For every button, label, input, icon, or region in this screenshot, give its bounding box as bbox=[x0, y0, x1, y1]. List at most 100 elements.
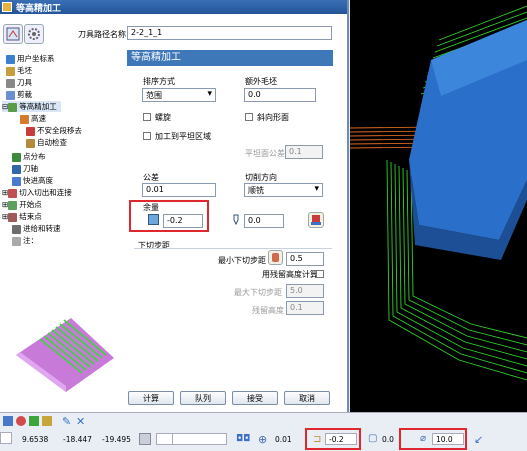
feeds-icon bbox=[12, 224, 21, 234]
toolpath-icon bbox=[6, 27, 20, 41]
app-icon bbox=[2, 2, 12, 12]
tree-item-rapid[interactable]: 快进高度 bbox=[12, 175, 53, 186]
coord-x: 9.6538 bbox=[22, 435, 49, 444]
ucs-icon bbox=[6, 54, 15, 64]
tree-item-high-speed[interactable]: 高速 bbox=[20, 113, 46, 124]
status-diameter[interactable]: 10.0 bbox=[432, 433, 464, 445]
tolerance-input[interactable]: 0.01 bbox=[142, 183, 216, 197]
extra-stock-input[interactable]: 0.0 bbox=[244, 88, 316, 102]
strategy-tree: 用户坐标系 毛坯 刀具 剪裁 ⊟ 等高精加工 高速 不安全段移去 自动检查 点分布… bbox=[2, 50, 124, 270]
verify-icon bbox=[26, 138, 35, 148]
sort-select[interactable]: 范围 bbox=[142, 88, 216, 102]
status-bar: ✎ ✕ 9.6538 -18.447 -19.495 ◘◘ ⊕ 0.01 ⊐ -… bbox=[0, 412, 527, 451]
new-toolpath-button[interactable] bbox=[3, 24, 23, 44]
high-speed-icon bbox=[20, 114, 29, 124]
block-icon bbox=[6, 66, 15, 76]
queue-button[interactable]: 队列 bbox=[180, 391, 226, 405]
block-status-icon[interactable] bbox=[29, 416, 39, 426]
stock-options-button[interactable] bbox=[308, 212, 324, 228]
constant-z-icon bbox=[8, 102, 18, 112]
tree-item-constant-z[interactable]: ⊟ 等高精加工 bbox=[2, 101, 61, 112]
tree-item-feeds[interactable]: 进给和转速 bbox=[12, 223, 61, 234]
coord-y: -18.447 bbox=[63, 435, 92, 444]
cusp-label: 残留高度 bbox=[252, 306, 284, 315]
levels-icon[interactable]: ◘◘ bbox=[236, 434, 250, 444]
tree-item-ucs[interactable]: 用户坐标系 bbox=[6, 53, 55, 64]
path-status-icon[interactable] bbox=[42, 416, 52, 426]
cut-direction-label: 切削方向 bbox=[245, 173, 277, 182]
residual-checkbox[interactable] bbox=[316, 270, 324, 278]
status-field-blank bbox=[0, 432, 12, 444]
radial-thickness-icon: ⊐ bbox=[313, 434, 322, 445]
toolpath-name-label: 刀具路径名称 bbox=[78, 30, 126, 39]
diameter-icon: ⌀ bbox=[420, 433, 427, 444]
coord-z: -19.495 bbox=[102, 435, 131, 444]
arrow-icon[interactable]: ↙ bbox=[474, 433, 483, 446]
tolerance-icon: ⊕ bbox=[258, 433, 268, 446]
axis-icon bbox=[12, 164, 21, 174]
leads-icon bbox=[8, 188, 18, 198]
workplane-icon[interactable] bbox=[139, 433, 151, 445]
tree-item-start-point[interactable]: ⊞ 开始点 bbox=[2, 199, 42, 210]
status-tolerance: 0.01 bbox=[275, 435, 292, 444]
pen-icon[interactable]: ✎ bbox=[62, 415, 71, 428]
max-stepdown-input[interactable]: 5.0 bbox=[286, 284, 324, 298]
settings-button[interactable] bbox=[24, 24, 44, 44]
cut-direction-select[interactable]: 顺铣 bbox=[244, 183, 323, 197]
slope-checkbox[interactable] bbox=[245, 113, 253, 121]
spiral-label: 螺旋 bbox=[155, 113, 171, 122]
cross-tool-icon[interactable]: ✕ bbox=[76, 415, 85, 428]
tool-icon bbox=[6, 78, 15, 88]
tree-item-limits[interactable]: 剪裁 bbox=[6, 89, 32, 100]
flat-area-checkbox[interactable] bbox=[143, 132, 151, 140]
calculate-button[interactable]: 计算 bbox=[128, 391, 174, 405]
axial-stock-input[interactable]: 0.0 bbox=[244, 214, 284, 228]
spiral-checkbox[interactable] bbox=[143, 113, 151, 121]
accept-button[interactable]: 接受 bbox=[232, 391, 278, 405]
tree-item-point-dist[interactable]: 点分布 bbox=[12, 151, 46, 162]
flat-area-label: 加工到平坦区域 bbox=[155, 132, 211, 141]
flat-tol-input[interactable]: 0.1 bbox=[285, 145, 323, 159]
status-field-2[interactable] bbox=[172, 433, 227, 445]
rapid-icon bbox=[12, 176, 21, 186]
residual-label: 用残留高度计算 bbox=[262, 270, 318, 279]
unsafe-icon bbox=[26, 126, 35, 136]
stock-label: 余量 bbox=[143, 203, 159, 212]
tree-item-unsafe-removal[interactable]: 不安全段移去 bbox=[26, 125, 82, 136]
tree-item-tool[interactable]: 刀具 bbox=[6, 77, 32, 88]
flat-tol-label: 平坦面公差 bbox=[245, 149, 285, 158]
dialog-title: 等高精加工 bbox=[16, 4, 62, 14]
start-icon bbox=[8, 200, 18, 210]
strategy-preview-image bbox=[16, 318, 114, 392]
stepdown-calc-button[interactable] bbox=[268, 250, 283, 265]
dialog-titlebar[interactable]: 等高精加工 bbox=[0, 0, 347, 14]
min-stepdown-input[interactable]: 0.5 bbox=[286, 252, 324, 266]
slope-label: 斜向形面 bbox=[257, 113, 289, 122]
stock-options-icon bbox=[311, 215, 321, 225]
status-radial-stock[interactable]: -0.2 bbox=[325, 433, 357, 445]
select-icon[interactable] bbox=[3, 416, 13, 426]
max-stepdown-label: 最大下切步距 bbox=[234, 288, 282, 297]
tree-item-tool-axis[interactable]: 刀轴 bbox=[12, 163, 38, 174]
tree-item-end-point[interactable]: ⊞ 结束点 bbox=[2, 211, 42, 222]
graphics-viewport[interactable] bbox=[349, 0, 527, 412]
panel-header: 等高精加工 bbox=[127, 50, 333, 66]
axial-stock-icon bbox=[233, 214, 239, 226]
cusp-input[interactable]: 0.1 bbox=[286, 301, 324, 315]
tree-item-block[interactable]: 毛坯 bbox=[6, 65, 32, 76]
cancel-button[interactable]: 取消 bbox=[284, 391, 330, 405]
min-stepdown-label: 最小下切步距 bbox=[218, 256, 266, 265]
tree-item-notes[interactable]: 注： bbox=[12, 235, 38, 246]
toolpath-name-input[interactable]: 2-2_1_1 bbox=[127, 26, 332, 40]
status-axial-stock: 0.0 bbox=[382, 435, 394, 444]
radial-stock-input[interactable]: -0.2 bbox=[163, 214, 203, 228]
tree-item-auto-verify[interactable]: 自动检查 bbox=[26, 137, 67, 148]
gear-icon bbox=[28, 28, 40, 40]
extra-stock-label: 额外毛坯 bbox=[245, 77, 277, 86]
tool-status-icon[interactable] bbox=[16, 416, 26, 426]
tree-item-leads[interactable]: ⊞ 切入切出和连接 bbox=[2, 187, 72, 198]
limits-icon bbox=[6, 90, 15, 100]
notes-icon bbox=[12, 236, 21, 246]
end-icon bbox=[8, 212, 18, 222]
hand-icon bbox=[272, 253, 279, 262]
